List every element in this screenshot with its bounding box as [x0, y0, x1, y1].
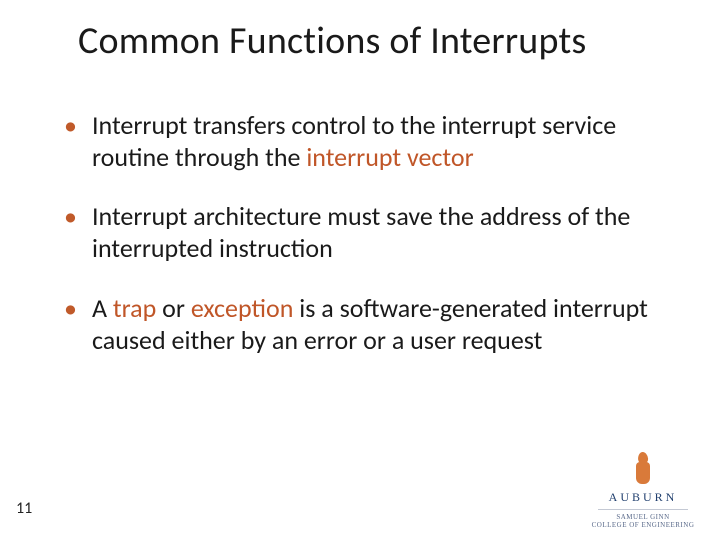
bullet-text: Interrupt architecture must save the add…: [92, 200, 630, 264]
logo-crest-icon: [632, 452, 654, 486]
bullet-text: A: [92, 292, 113, 324]
slide-body: Interrupt transfers control to the inter…: [64, 110, 670, 384]
slide-title: Common Functions of Interrupts: [78, 18, 690, 64]
logo-subtitle-1: Samuel Ginn: [588, 513, 698, 522]
bullet-item: A trap or exception is a software-genera…: [64, 293, 670, 356]
highlight-term: interrupt vector: [306, 141, 473, 173]
logo-subtitle-2: College of Engineering: [588, 521, 698, 530]
logo-university-name: AUBURN: [588, 490, 698, 505]
slide: Common Functions of Interrupts Interrupt…: [0, 0, 720, 540]
bullet-list: Interrupt transfers control to the inter…: [64, 110, 670, 356]
logo-divider: [598, 509, 688, 510]
page-number: 11: [16, 499, 32, 518]
bullet-item: Interrupt architecture must save the add…: [64, 201, 670, 264]
bullet-item: Interrupt transfers control to the inter…: [64, 110, 670, 173]
bullet-text: or: [156, 292, 191, 324]
auburn-logo: AUBURN Samuel Ginn College of Engineerin…: [588, 452, 698, 531]
highlight-term: trap: [113, 292, 156, 324]
highlight-term: exception: [191, 292, 294, 324]
logo-tower-icon: [636, 462, 650, 484]
